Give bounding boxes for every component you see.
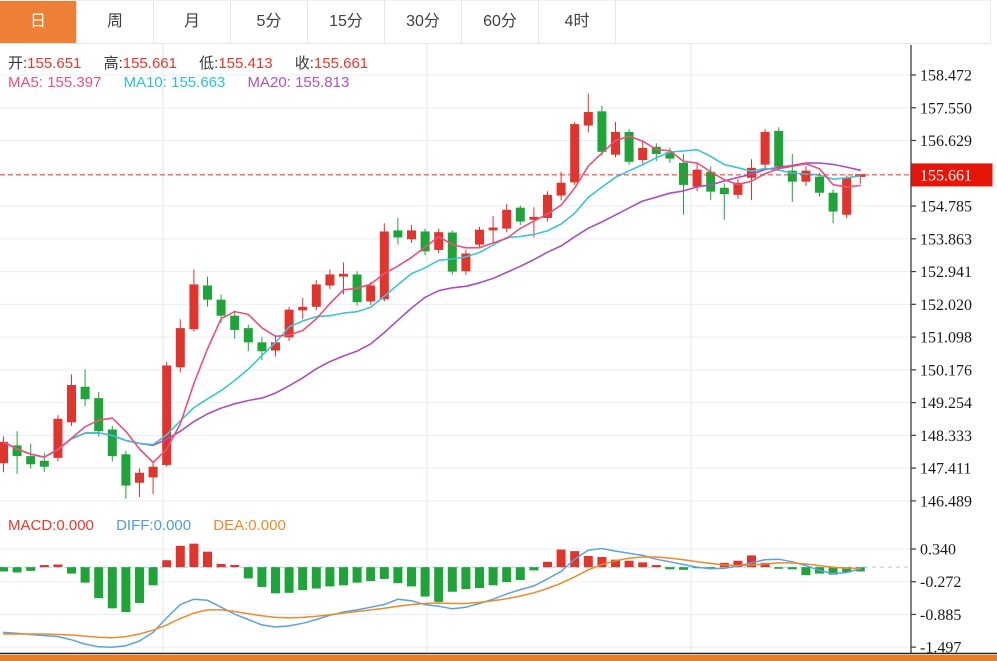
ma5-value: 155.397 [47, 74, 102, 91]
dea-label: DEA: [213, 517, 249, 534]
ohlc-legend: 开:155.651 高:155.661 低:155.413 收:155.661 [8, 52, 386, 73]
macd-legend: MACD:0.000 DIFF:0.000 DEA:0.000 [8, 517, 304, 534]
ma-legend: MA5: 155.397 MA10: 155.663 MA20: 155.813 [8, 74, 367, 91]
svg-text:149.254: 149.254 [920, 395, 972, 412]
high-label: 高: [103, 55, 123, 72]
close-value: 155.661 [313, 55, 369, 72]
ma20-label: MA20: [247, 74, 296, 91]
svg-text:146.489: 146.489 [920, 493, 972, 510]
svg-text:0.340: 0.340 [920, 542, 956, 559]
tab-day[interactable]: 日 [0, 1, 77, 43]
svg-text:147.411: 147.411 [920, 461, 971, 478]
low-value: 155.413 [218, 55, 273, 72]
svg-text:-0.272: -0.272 [920, 574, 961, 591]
bottom-accent-bar [0, 655, 997, 661]
ma10-value: 155.663 [171, 74, 226, 91]
tab-15min[interactable]: 15分 [308, 1, 385, 43]
open-label: 开: [8, 55, 28, 72]
macd-label: MACD: [8, 517, 57, 534]
svg-text:155.661: 155.661 [920, 167, 972, 184]
close-label: 收: [294, 55, 314, 72]
timeframe-tabbar: 日周月 5分 15分 30分 60分 4时 [0, 0, 991, 44]
svg-text:152.020: 152.020 [920, 297, 972, 314]
candlestick-chart-canvas[interactable]: 158.472 157.550 156.629 154.785 153.863 152.9… [0, 0, 997, 661]
svg-text:157.550: 157.550 [920, 100, 972, 117]
macd-layer [0, 543, 865, 649]
low-label: 低: [199, 55, 219, 72]
tab-4hour[interactable]: 4时 [539, 1, 616, 43]
price-axis: 158.472 157.550 156.629 154.785 153.863 152.9… [910, 45, 972, 657]
diff-value: 0.000 [153, 517, 192, 534]
svg-text:154.785: 154.785 [920, 199, 972, 216]
ma-lines-layer [2, 135, 862, 464]
svg-text:152.941: 152.941 [920, 264, 972, 281]
open-value: 155.651 [27, 55, 82, 72]
svg-text:148.333: 148.333 [920, 428, 972, 445]
dea-value: 0.000 [248, 517, 286, 534]
candles-layer [0, 93, 866, 499]
ma20-value: 155.813 [295, 74, 350, 91]
high-value: 155.661 [122, 55, 177, 72]
svg-text:158.472: 158.472 [920, 68, 972, 85]
tab-5min[interactable]: 5分 [231, 1, 308, 43]
grid-layer [0, 43, 910, 653]
svg-text:-0.885: -0.885 [920, 607, 961, 624]
tab-30min[interactable]: 30分 [385, 1, 462, 43]
diff-label: DIFF: [116, 517, 154, 534]
svg-text:156.629: 156.629 [920, 133, 972, 150]
ma5-label: MA5: [8, 74, 48, 91]
tab-60min[interactable]: 60分 [462, 1, 539, 43]
svg-text:150.176: 150.176 [920, 362, 972, 379]
svg-text:151.098: 151.098 [920, 330, 972, 347]
tab-week[interactable]: 周 [77, 1, 154, 43]
macd-value: 0.000 [56, 517, 94, 534]
svg-text:153.863: 153.863 [920, 231, 972, 248]
current-price-tag: 155.661 [911, 163, 993, 187]
ma10-label: MA10: [123, 74, 172, 91]
tab-month[interactable]: 月 [154, 1, 231, 43]
